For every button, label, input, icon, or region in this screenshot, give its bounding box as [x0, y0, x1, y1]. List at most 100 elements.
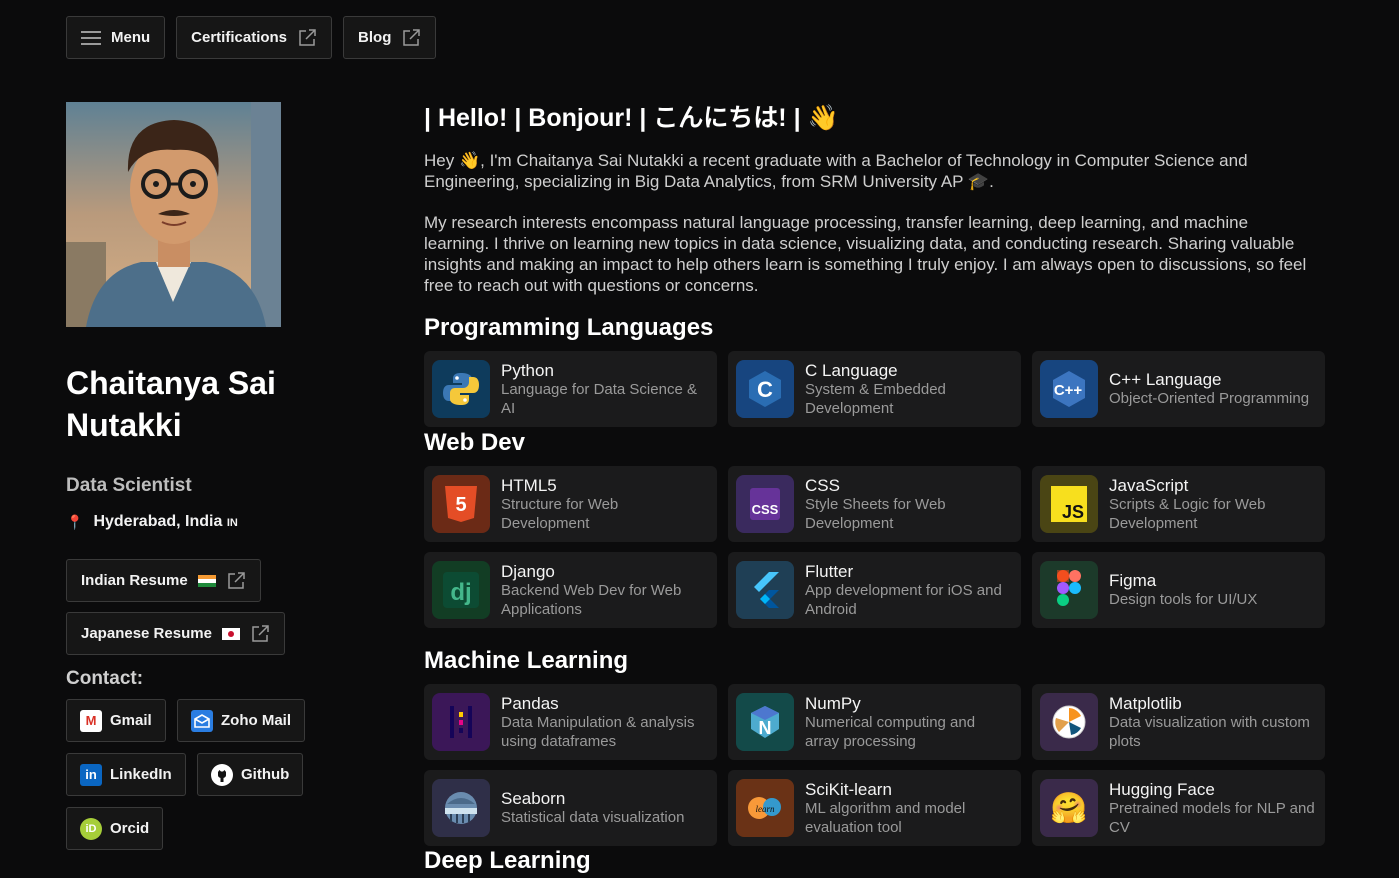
skill-title: Seaborn: [501, 789, 566, 808]
zoho-mail-icon: [191, 709, 213, 732]
skill-title: JavaScript: [1109, 475, 1189, 495]
scikit-learn-icon: learn: [736, 779, 794, 837]
contact-title: Contact:: [66, 668, 144, 689]
indian-resume-button[interactable]: Indian Resume: [66, 559, 261, 602]
blog-label: Blog: [358, 29, 392, 46]
gmail-button[interactable]: M Gmail: [66, 699, 166, 742]
skill-title: Matplotlib: [1109, 693, 1182, 713]
external-link-icon: [252, 624, 269, 642]
skill-card-seaborn[interactable]: Seaborn Statistical data visualization: [424, 770, 717, 846]
external-link-icon: [403, 28, 421, 46]
skill-desc: Backend Web Dev for Web Applications: [501, 581, 682, 618]
india-flag-icon: [197, 574, 216, 587]
hamburger-icon: [81, 30, 101, 46]
github-label: Github: [241, 766, 290, 783]
skill-card-figma[interactable]: Figma Design tools for UI/UX: [1032, 552, 1325, 628]
skill-title: Figma: [1109, 571, 1157, 590]
research-paragraph: My research interests encompass natural …: [424, 213, 1307, 295]
skill-title: NumPy: [805, 693, 861, 713]
javascript-icon: JS: [1040, 475, 1098, 533]
skill-card-numpy[interactable]: N NumPy Numerical computing and array pro…: [728, 684, 1021, 760]
skill-card-matplotlib[interactable]: Matplotlib Data visualization with custom…: [1032, 684, 1325, 760]
zoho-mail-label: Zoho Mail: [221, 712, 291, 729]
numpy-icon: N: [736, 693, 794, 751]
skill-card-flutter[interactable]: Flutter App development for iOS and Andro…: [728, 552, 1021, 628]
section-programming-languages: Programming Languages: [424, 314, 714, 341]
certifications-label: Certifications: [191, 29, 288, 46]
gmail-label: Gmail: [110, 712, 152, 729]
skill-card-django[interactable]: dj Django Backend Web Dev for Web Applica…: [424, 552, 717, 628]
skill-desc: Design tools for UI/UX: [1109, 591, 1258, 608]
indian-resume-label: Indian Resume: [81, 572, 188, 589]
location-pin-icon: 📍: [66, 513, 84, 530]
linkedin-button[interactable]: in LinkedIn: [66, 753, 186, 796]
profile-avatar: [66, 102, 281, 327]
greeting-heading: | Hello! | Bonjour! | こんにちは! | 👋: [424, 104, 839, 132]
github-button[interactable]: Github: [197, 753, 304, 796]
skill-desc: Statistical data visualization: [501, 809, 685, 826]
skill-title: C Language: [805, 360, 898, 380]
section-machine-learning: Machine Learning: [424, 647, 629, 674]
orcid-label: Orcid: [110, 820, 150, 837]
skill-title: Django: [501, 561, 555, 581]
skill-card-python[interactable]: Python Language for Data Science & AI: [424, 351, 717, 427]
orcid-icon: iD: [80, 817, 102, 840]
skill-title: Python: [501, 360, 554, 380]
external-link-icon: [299, 28, 316, 46]
skill-card-c[interactable]: C C Language System & Embedded Developmen…: [728, 351, 1021, 427]
skill-desc: Object-Oriented Programming: [1109, 390, 1310, 407]
cpp-glyph: C++: [1054, 382, 1083, 399]
linkedin-label: LinkedIn: [110, 766, 172, 783]
external-link-icon: [227, 571, 245, 589]
skill-desc: Pretrained models for NLP and CV: [1109, 799, 1315, 836]
css-glyph: CSS: [752, 502, 779, 517]
seaborn-icon: [432, 779, 490, 837]
django-glyph: dj: [450, 579, 471, 606]
skill-card-pandas[interactable]: Pandas Data Manipulation & analysis using…: [424, 684, 717, 760]
japan-flag-icon: [221, 627, 240, 640]
sklearn-glyph: learn: [756, 804, 775, 814]
blog-button[interactable]: Blog: [343, 16, 437, 59]
skill-card-css[interactable]: CSS CSS Style Sheets for Web Development: [728, 466, 1021, 542]
numpy-glyph: N: [759, 718, 772, 738]
skill-desc: Language for Data Science & AI: [501, 380, 697, 417]
skill-title: SciKit-learn: [805, 779, 892, 799]
flutter-icon: [736, 561, 794, 619]
profile-name: Chaitanya Sai Nutakki: [66, 365, 276, 443]
cpp-icon: C++: [1040, 360, 1098, 418]
c-glyph: C: [757, 377, 773, 402]
skill-desc: Data visualization with custom plots: [1109, 713, 1310, 750]
skill-desc: Data Manipulation & analysis using dataf…: [501, 713, 695, 750]
pandas-icon: [432, 693, 490, 751]
orcid-button[interactable]: iD Orcid: [66, 807, 164, 850]
skill-title: Flutter: [805, 561, 854, 581]
skill-desc: Style Sheets for Web Development: [805, 495, 946, 532]
skill-card-javascript[interactable]: JS JavaScript Scripts & Logic for Web Dev…: [1032, 466, 1325, 542]
skill-desc: Numerical computing and array processing: [805, 713, 976, 750]
menu-button[interactable]: Menu: [66, 16, 166, 59]
skill-card-html5[interactable]: 5 HTML5 Structure for Web Development: [424, 466, 717, 542]
location-text: Hyderabad, India IN: [93, 513, 238, 530]
matplotlib-icon: [1040, 693, 1098, 751]
intro-paragraph: Hey 👋, I'm Chaitanya Sai Nutakki a recen…: [424, 151, 1248, 191]
figma-icon: [1040, 561, 1098, 619]
certifications-button[interactable]: Certifications: [176, 16, 333, 59]
japanese-resume-button[interactable]: Japanese Resume: [66, 612, 285, 655]
gmail-icon: M: [80, 709, 102, 732]
top-nav: Menu Certifications Blog: [66, 16, 437, 59]
html5-icon: 5: [432, 475, 490, 533]
skill-card-cpp[interactable]: C++ C++ Language Object-Oriented Programm…: [1032, 351, 1325, 427]
skill-desc: System & Embedded Development: [805, 380, 946, 417]
github-icon: [211, 763, 233, 786]
django-icon: dj: [432, 561, 490, 619]
c-language-icon: C: [736, 360, 794, 418]
python-icon: [432, 360, 490, 418]
skill-desc: Scripts & Logic for Web Development: [1109, 495, 1266, 532]
js-glyph: JS: [1062, 502, 1084, 522]
skill-title: HTML5: [501, 475, 557, 495]
skill-card-hugging-face[interactable]: 🤗 Hugging Face Pretrained models for NLP …: [1032, 770, 1325, 846]
skill-card-scikit-learn[interactable]: learn SciKit-learn ML algorithm and model…: [728, 770, 1021, 846]
skill-desc: ML algorithm and model evaluation tool: [805, 799, 966, 836]
hugging-face-icon: 🤗: [1040, 779, 1098, 837]
zoho-mail-button[interactable]: Zoho Mail: [177, 699, 305, 742]
